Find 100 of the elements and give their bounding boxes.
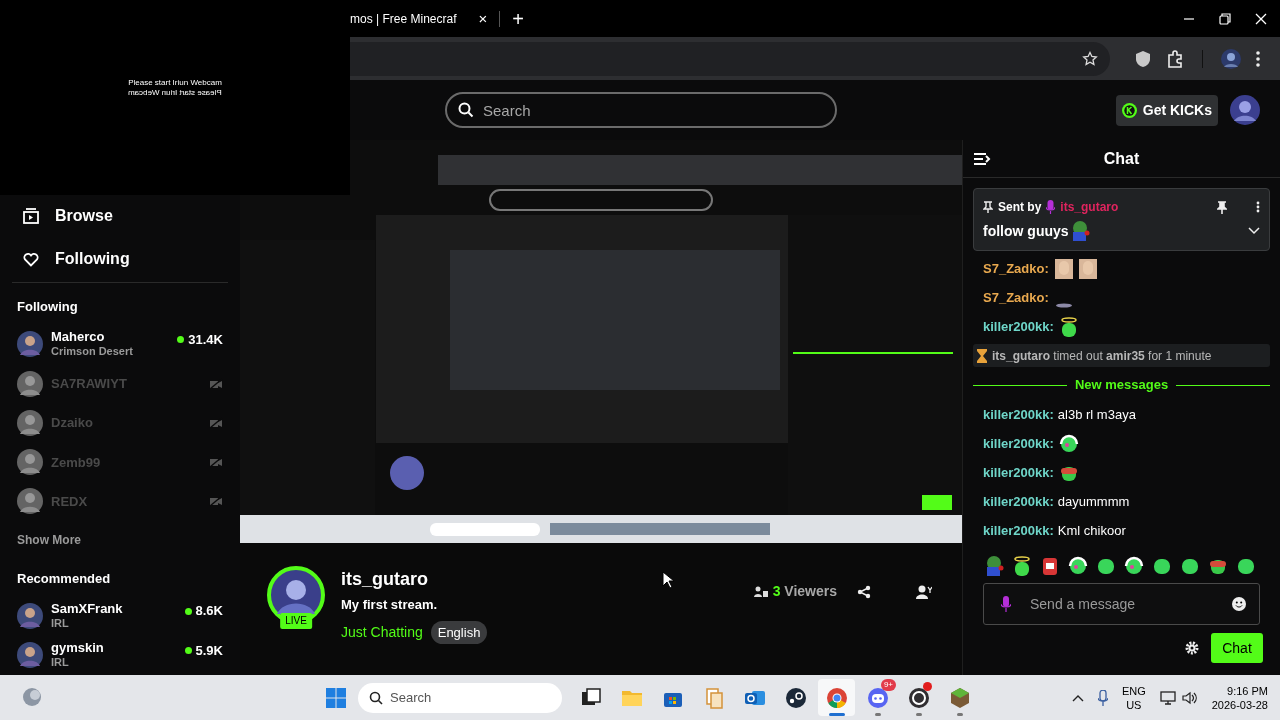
menu-icon[interactable] [1255, 49, 1261, 68]
discord-icon [865, 685, 890, 710]
viewers-icon [753, 585, 768, 598]
chat-username[interactable]: S7_Zadko: [983, 287, 1049, 308]
emote-icon [1076, 257, 1099, 280]
notification-badge: 9+ [880, 679, 896, 691]
taskbar-search[interactable]: Search [358, 682, 562, 713]
speaker-icon[interactable] [1181, 690, 1198, 705]
restore-icon[interactable] [1218, 11, 1232, 26]
live-dot-icon [184, 647, 192, 654]
channel-name: Maherco [51, 329, 106, 345]
stream-title: My first stream. [341, 596, 439, 614]
chat-username[interactable]: killer200kk: [983, 520, 1054, 541]
channel-name: REDX [51, 493, 89, 509]
search-icon [369, 690, 383, 705]
channel-name: SamXFrank [51, 601, 124, 617]
bookmark-star-icon[interactable] [1082, 50, 1098, 67]
chat-username[interactable]: killer200kk: [983, 404, 1054, 425]
more-icon[interactable] [1256, 201, 1260, 213]
clock-time[interactable]: 9:16 PM [1227, 683, 1268, 698]
channel-name: Zemb99 [51, 454, 102, 470]
recorder-icon [906, 685, 931, 710]
follow-user-icon[interactable] [916, 584, 932, 599]
channel-name: SA7RAWIYT [51, 376, 128, 392]
search-icon [458, 102, 474, 118]
cursor-icon [662, 571, 674, 589]
emoji-icon[interactable] [1232, 597, 1246, 611]
search-field[interactable]: Search [445, 92, 837, 128]
chat-text: dayummmm [1057, 492, 1130, 511]
channel-item[interactable]: gymskin IRL 5.9K [17, 635, 223, 675]
new-tab-button[interactable]: + [512, 8, 524, 29]
sidebar-nav-link[interactable]: Following [17, 237, 223, 281]
category-link[interactable]: Just Chatting [341, 621, 423, 643]
video-off-icon [209, 456, 223, 469]
language-tag[interactable]: English [430, 620, 488, 644]
viewer-count: 8.6K [195, 602, 223, 621]
channel-category: IRL [51, 616, 70, 632]
profile-avatar[interactable] [1221, 48, 1241, 69]
language-indicator[interactable]: ENG [1121, 683, 1146, 698]
tab-close-button[interactable]: × [478, 11, 488, 26]
pinned-label: Sent by [998, 199, 1042, 216]
browser-icon [824, 685, 849, 710]
channel-item[interactable]: SamXFrank IRL 8.6K [17, 596, 223, 636]
get-kicks-button[interactable]: Get KICKs [1115, 94, 1218, 126]
message-input[interactable]: Send a message [983, 583, 1260, 625]
viewer-count: 31.4K [188, 330, 223, 349]
pinned-text: follow guuys [983, 221, 1069, 241]
pin-icon [983, 201, 993, 213]
viewer-count: 3 Viewers [772, 582, 837, 601]
chat-username[interactable]: killer200kk: [983, 462, 1054, 483]
steam-icon [783, 685, 808, 710]
live-badge: LIVE [280, 613, 312, 629]
shield-icon[interactable] [1134, 49, 1152, 68]
video-off-icon [209, 495, 223, 508]
chat-username[interactable]: killer200kk: [983, 433, 1054, 454]
mirrored-webcam-message: Please start Iriun Webcam [128, 87, 222, 98]
live-dot-icon [184, 607, 192, 615]
show-more-link[interactable]: Show More [17, 530, 223, 549]
channel-item[interactable]: Maherco Crimson Desert 31.4K [17, 324, 223, 364]
viewer-count: 5.9K [195, 641, 223, 660]
network-monitor-icon[interactable] [1159, 690, 1176, 705]
channel-name: Dzaiko [51, 415, 94, 431]
chat-title: Chat [1103, 148, 1140, 169]
expand-chevron-icon[interactable] [1248, 227, 1260, 235]
sidebar-nav-link[interactable]: Browse [17, 194, 223, 238]
chat-username[interactable]: killer200kk: [983, 491, 1054, 512]
microphone-icon[interactable] [1097, 689, 1108, 706]
taskbar-app-button[interactable]: 9+ [859, 679, 896, 716]
channel-name: gymskin [51, 640, 105, 656]
extensions-icon[interactable] [1166, 49, 1184, 68]
emote-icon [1052, 257, 1075, 280]
streamer-name[interactable]: its_gutaro [341, 568, 488, 590]
browse-icon [22, 206, 40, 225]
settings-icon[interactable] [1185, 641, 1199, 655]
clock-date[interactable]: 2026-03-28 [1211, 697, 1268, 712]
new-messages-divider: New messages [1074, 376, 1169, 395]
emote-icon [1067, 555, 1089, 577]
chat-text: al3b rl m3aya [1057, 405, 1136, 424]
tab-title[interactable]: mos | Free Minecraf [350, 9, 457, 28]
channel-category: Crimson Desert [51, 344, 134, 360]
region-indicator[interactable]: US [1126, 697, 1142, 712]
microphone-icon [1001, 596, 1011, 612]
windows-start-icon[interactable] [324, 685, 348, 710]
microphone-icon [1046, 200, 1056, 214]
notice-text: its_gutaro timed out amir35 for 1 minute [992, 347, 1212, 365]
pinned-author[interactable]: its_gutaro [1060, 198, 1119, 216]
section-heading: Recommended [17, 569, 112, 588]
coin-icon [1121, 102, 1137, 118]
share-icon[interactable] [857, 584, 871, 599]
collapse-chat-icon[interactable] [973, 151, 991, 166]
close-icon[interactable] [1254, 11, 1268, 26]
user-avatar[interactable] [1230, 95, 1260, 125]
show-hidden-icons-chevron[interactable] [1071, 693, 1084, 702]
chat-text: Kml chikoor [1057, 521, 1126, 540]
unpin-icon[interactable] [1217, 200, 1227, 214]
chat-send-button[interactable]: Chat [1211, 633, 1263, 663]
chat-username[interactable]: S7_Zadko: [983, 258, 1049, 279]
chat-username[interactable]: killer200kk: [983, 316, 1054, 337]
channel-category: IRL [51, 655, 70, 671]
webcam-message: Please start Iriun Webcam [128, 77, 222, 88]
